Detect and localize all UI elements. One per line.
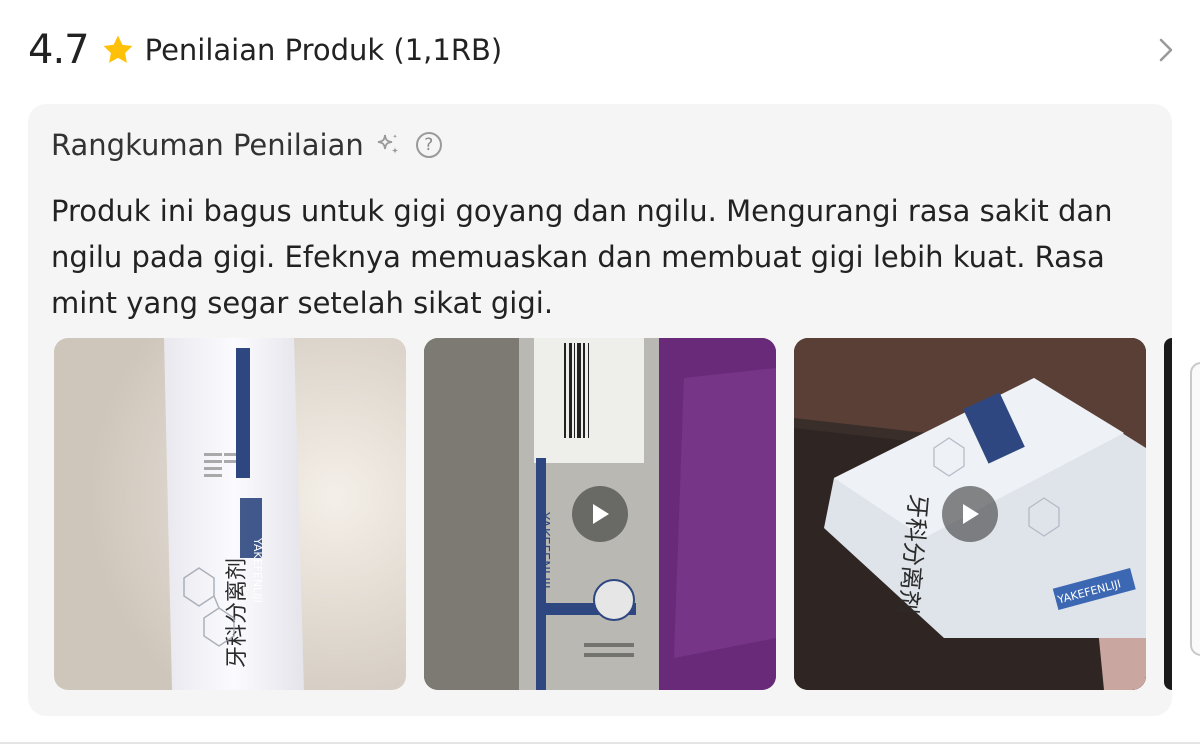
divider xyxy=(0,742,1200,744)
play-button[interactable] xyxy=(572,486,628,542)
review-summary-card: Rangkuman Penilaian ? Produk ini bagus u… xyxy=(28,104,1172,716)
chevron-right-icon[interactable] xyxy=(1156,36,1176,64)
box-brand-text: YAKEFENLIJI xyxy=(536,511,551,589)
review-photo-1[interactable]: YAKEFENLIJI 牙科分离剂 xyxy=(54,338,406,690)
play-icon xyxy=(963,504,979,524)
summary-text: Produk ini bagus untuk gigi goyang dan n… xyxy=(51,194,1113,320)
sparkle-icon xyxy=(377,134,399,154)
scrollbar[interactable] xyxy=(1190,362,1200,656)
summary-header: Rangkuman Penilaian ? xyxy=(51,128,442,162)
summary-title: Rangkuman Penilaian xyxy=(51,128,364,162)
reviews-header[interactable]: 4.7 Penilaian Produk (1,1RB) xyxy=(28,22,1200,78)
review-video-1[interactable]: YAKEFENLIJI xyxy=(424,338,776,690)
help-icon[interactable]: ? xyxy=(415,132,442,158)
play-button[interactable] xyxy=(942,486,998,542)
play-icon xyxy=(593,504,609,524)
media-carousel[interactable]: YAKEFENLIJI 牙科分离剂 YAKEFENLIJI 牙科分离剂 YAKE… xyxy=(54,338,1172,690)
rating-score: 4.7 xyxy=(28,27,90,73)
tube-brand-text: YAKEFENLIJI xyxy=(251,537,264,603)
review-video-2[interactable]: 牙科分离剂 YAKEFENLIJI xyxy=(794,338,1146,690)
reviews-title: Penilaian Produk (1,1RB) xyxy=(144,33,503,67)
star-icon xyxy=(103,35,133,63)
tube-cjk-text: 牙科分离剂 xyxy=(225,558,250,668)
next-media-peek[interactable] xyxy=(1164,338,1172,690)
